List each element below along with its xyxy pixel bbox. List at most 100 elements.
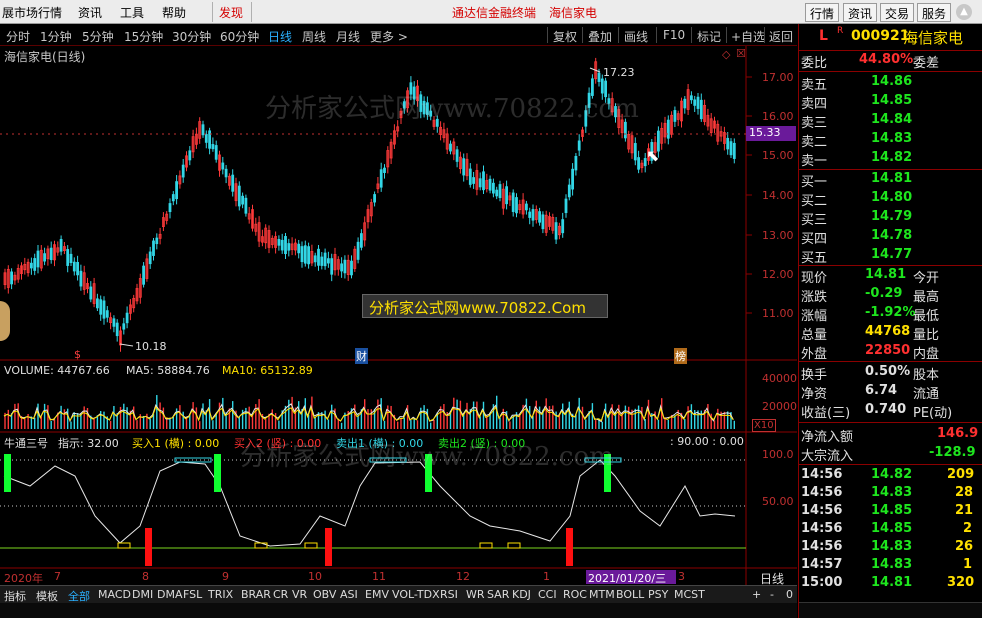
candle-body [591,78,594,96]
period-timeshare[interactable]: 分时 [6,28,30,45]
tab-dmi[interactable]: DMI [132,588,153,601]
tab-kdj[interactable]: KDJ [512,588,531,601]
time-axis-label: 2020年 [4,572,43,585]
candle-body [201,124,205,136]
period-30min[interactable]: 30分钟 [172,28,211,45]
news-button[interactable]: 资讯 [843,3,878,22]
tab-wr[interactable]: WR [466,588,485,601]
menu-tools[interactable]: 工具 [120,4,144,21]
adjust-button[interactable]: 复权 [553,28,577,45]
sell-level-label: 卖四 [801,97,828,112]
draw-button[interactable]: 画线 [624,28,648,45]
candle-body [330,258,334,275]
candle-body [277,239,281,246]
weibi-value: 44.80% [859,52,914,67]
close-chart-icon[interactable]: ☒ [736,47,746,60]
f10-button[interactable]: F10 [663,28,685,42]
candle-body [96,298,99,309]
period-1min[interactable]: 1分钟 [40,28,72,45]
stat-label: 总量 [801,328,828,343]
collapse-icon[interactable]: ▲ [956,4,972,20]
back-button[interactable]: 返回 [769,28,793,45]
marker-list[interactable]: 榜 [674,348,687,364]
candle-body [224,168,228,178]
indicator-name[interactable]: 牛通三号 [4,435,48,451]
tab-brar[interactable]: BRAR [241,588,271,601]
tab-cr[interactable]: CR [273,588,288,601]
tick-volume: 21 [955,503,974,518]
menu-news[interactable]: 资讯 [78,4,102,21]
tab-boll[interactable]: BOLL [616,588,644,601]
candle-body [29,262,33,269]
tab-cci[interactable]: CCI [538,588,557,601]
candle-body [211,144,215,150]
buy-level-price: 14.78 [871,228,913,243]
candle-body [515,197,518,214]
tab-all[interactable]: 全部 [68,588,90,604]
diamond-icon[interactable]: ◇ [722,48,730,61]
stock-code: 000921 [851,28,910,44]
mark-button[interactable]: 标记 [697,28,721,45]
overlay-button[interactable]: 叠加 [588,28,612,45]
sell-signal-bar [425,454,432,492]
tab-vol-tdx[interactable]: VOL-TDX [392,588,440,601]
candle-body [604,80,607,98]
candle-body [280,239,284,251]
tab-indicator[interactable]: 指标 [4,588,26,604]
period-weekly[interactable]: 周线 [302,28,326,45]
tab-obv[interactable]: OBV [313,588,336,601]
tab-vr[interactable]: VR [292,588,307,601]
service-button[interactable]: 服务 [917,3,952,22]
buy-signal-bar [566,528,573,566]
period-monthly[interactable]: 月线 [336,28,360,45]
zoom-out-button[interactable]: - [770,588,774,601]
sell-level-price: 14.84 [871,112,913,127]
bottom-strip [0,603,797,618]
menu-market[interactable]: 展市场行情 [2,4,62,21]
period-daily[interactable]: 日线 [268,28,292,45]
indicator-axis-label: 50.00 [762,495,794,508]
sell-level-label: 卖二 [801,135,828,150]
candle-body [531,209,535,221]
tick-price: 14.83 [871,557,913,572]
period-more[interactable]: 更多 > [370,28,408,45]
zoom-in-button[interactable]: + [752,588,761,601]
add-watchlist-button[interactable]: +自选 [731,28,765,45]
zoom-reset-button[interactable]: 0 [786,588,793,601]
tab-mtm[interactable]: MTM [589,588,615,601]
app-title: 通达信金融终端 [452,6,537,20]
side-expand-handle[interactable] [0,301,10,341]
tab-dma[interactable]: DMA [157,588,183,601]
tab-psy[interactable]: PSY [648,588,668,601]
quote-button[interactable]: 行情 [805,3,840,22]
tab-emv[interactable]: EMV [365,588,389,601]
menu-discover[interactable]: 发现 [219,4,243,21]
stat-label: 涨幅 [801,309,828,324]
tab-roc[interactable]: ROC [563,588,587,601]
buy-level-price: 14.81 [871,171,913,186]
tab-asi[interactable]: ASI [340,588,358,601]
trade-button[interactable]: 交易 [880,3,915,22]
period-15min[interactable]: 15分钟 [124,28,163,45]
candle-body [303,245,307,264]
tab-macd[interactable]: MACD [98,588,131,601]
tab-trix[interactable]: TRIX [208,588,233,601]
tab-sar[interactable]: SAR [487,588,509,601]
volume-ma5: MA5: 58884.76 [126,364,210,377]
price-axis-label: 13.00 [762,229,794,242]
period-60min[interactable]: 60分钟 [220,28,259,45]
time-axis-label: 7 [54,570,61,583]
time-axis-cursor-date: 2021/01/20/三 [586,570,676,585]
tab-mcst[interactable]: MCST [674,588,705,601]
time-axis-label: 8 [142,570,149,583]
indicator-buy2: 买入2 (竖) : 0.00 [234,437,322,450]
tab-rsi[interactable]: RSI [440,588,458,601]
candle-body [340,263,344,272]
period-5min[interactable]: 5分钟 [82,28,114,45]
menu-help[interactable]: 帮助 [162,4,186,21]
tab-template[interactable]: 模板 [36,588,58,604]
tab-fsl[interactable]: FSL [183,588,202,601]
stock-name: 海信家电 [903,29,964,47]
marker-finance[interactable]: 财 [355,348,368,364]
chart-area[interactable]: 海信家电(日线) 17.00 16.00 15.00 14.00 13.00 1… [0,46,797,586]
